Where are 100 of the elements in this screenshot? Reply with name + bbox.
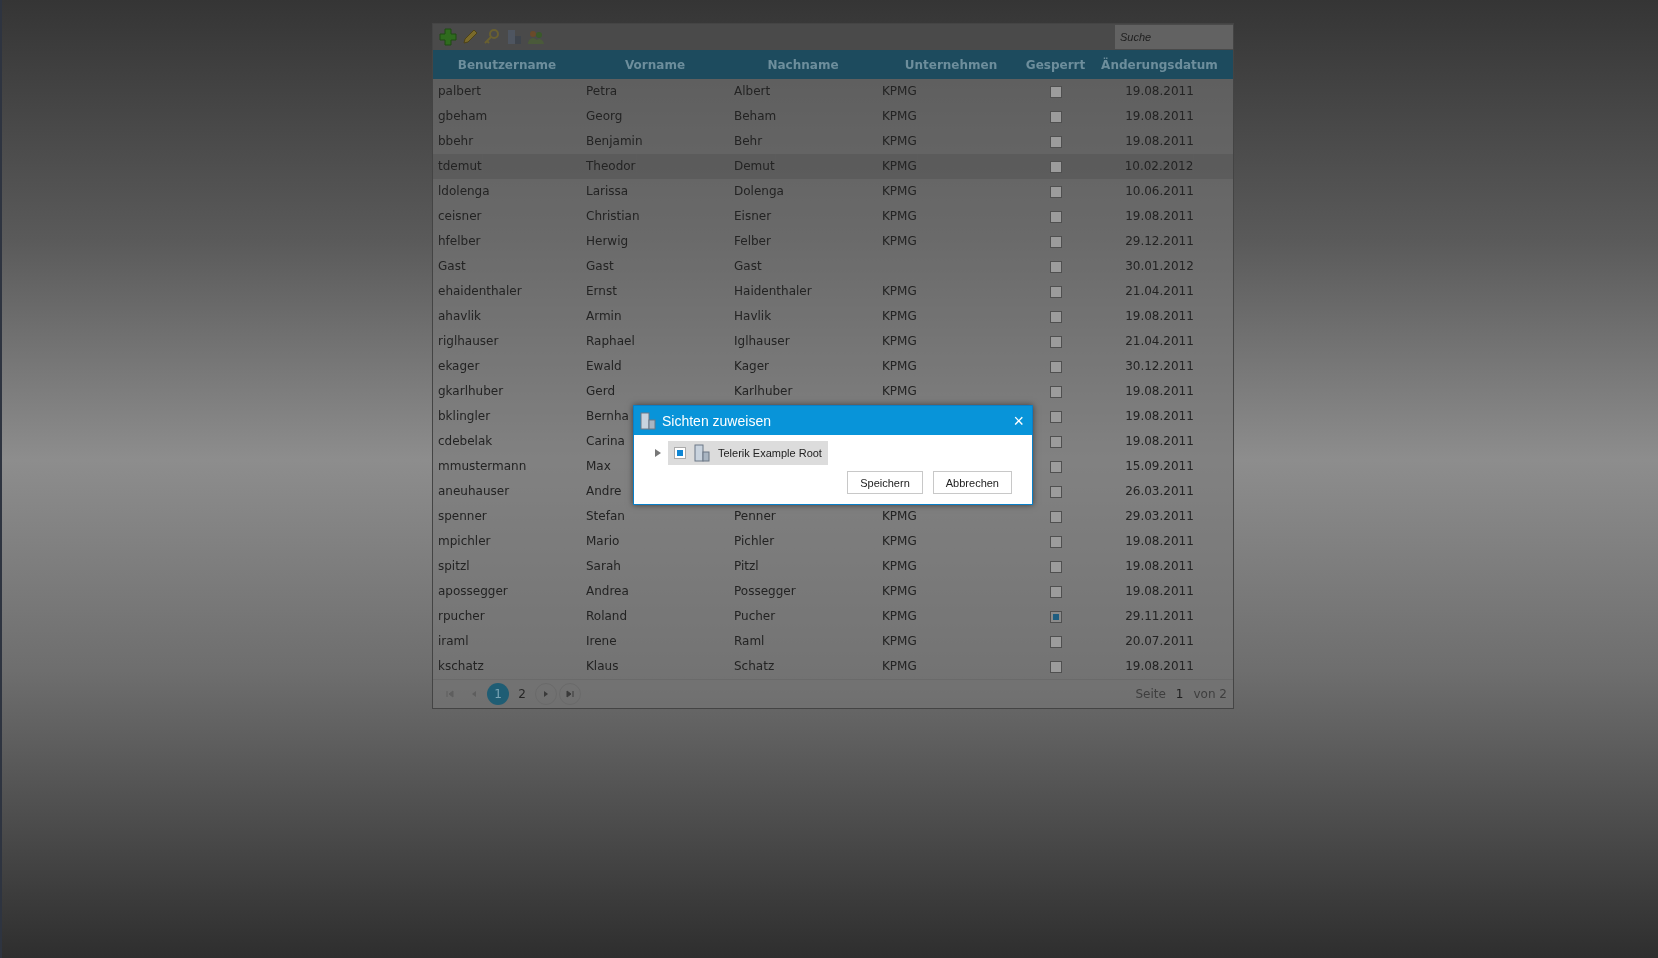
table-cell-text: 10.06.2011	[1125, 183, 1194, 200]
table-cell-text: Karlhuber	[734, 383, 793, 400]
table-cell-text: KPMG	[882, 333, 917, 350]
table-cell-text: KPMG	[882, 208, 917, 225]
table-cell-text: KPMG	[882, 533, 917, 550]
table-cell-text: Havlik	[734, 308, 772, 325]
table-cell-text: 29.03.2011	[1125, 508, 1194, 525]
table-cell-text: Haidenthaler	[734, 283, 812, 300]
table-cell-text: 30.01.2012	[1125, 258, 1194, 275]
table-cell-text: 21.04.2011	[1125, 283, 1194, 300]
table-cell-text: Georg	[586, 108, 623, 125]
table-cell-text: hfelber	[438, 233, 481, 250]
table-cell-text: ehaidenthaler	[438, 283, 522, 300]
table-cell-text: apossegger	[438, 583, 508, 600]
table-cell-text: Gast	[438, 258, 466, 275]
table-cell-text: Gast	[586, 258, 614, 275]
table-cell-text: 29.12.2011	[1125, 233, 1194, 250]
table-cell-text: ekager	[438, 358, 480, 375]
table-cell-text: ahavlik	[438, 308, 482, 325]
table-cell-text: palbert	[438, 83, 481, 100]
table-cell-text: KPMG	[882, 83, 917, 100]
table-cell-text: 19.08.2011	[1125, 133, 1194, 150]
table-cell-text: gbeham	[438, 108, 488, 125]
table-cell-text: Gast	[734, 258, 762, 275]
table-cell-text: Ernst	[586, 283, 617, 300]
table-cell-text: 19.08.2011	[1125, 108, 1194, 125]
table-cell-text: Klaus	[586, 658, 619, 675]
tree-item-label: Telerik Example Root	[718, 447, 822, 459]
table-cell-text: Armin	[586, 308, 622, 325]
table-cell-text: Eisner	[734, 208, 772, 225]
dialog-title: Sichten zuweisen	[662, 412, 772, 429]
table-cell-text: riglhauser	[438, 333, 499, 350]
table-cell-text: 26.03.2011	[1125, 483, 1194, 500]
table-cell-text: Andrea	[586, 583, 629, 600]
table-cell-text: Sarah	[586, 558, 621, 575]
table-cell-text: Irene	[586, 633, 617, 650]
table-cell-text: Roland	[586, 608, 628, 625]
table-cell-text: bbehr	[438, 133, 474, 150]
table-cell-text: KPMG	[882, 383, 917, 400]
table-cell-text: Behr	[734, 133, 763, 150]
table-cell-text: 29.11.2011	[1125, 608, 1194, 625]
table-cell-text: 19.08.2011	[1125, 583, 1194, 600]
table-cell-text: Iglhauser	[734, 333, 790, 350]
table-cell-text: gkarlhuber	[438, 383, 504, 400]
table-cell-text: kschatz	[438, 658, 484, 675]
table-cell-text: KPMG	[882, 583, 917, 600]
table-cell: tdemut	[438, 154, 483, 179]
table-cell-text: Gerd	[586, 383, 616, 400]
table-cell-text: 19.08.2011	[1125, 558, 1194, 575]
table-cell-text: 15.09.2011	[1125, 458, 1194, 475]
table-cell-text: iraml	[438, 633, 469, 650]
table-cell-text: KPMG	[882, 233, 917, 250]
table-cell-text: Dolenga	[734, 183, 784, 200]
table-cell-text: KPMG	[882, 283, 917, 300]
table-cell-text: ceisner	[438, 208, 482, 225]
table-cell-text: KPMG	[882, 658, 917, 675]
table-cell-text: rpucher	[438, 608, 485, 625]
table-cell-text: Max	[586, 458, 611, 475]
table-cell-text: Felber	[734, 233, 771, 250]
table-cell-text: Albert	[734, 83, 771, 100]
table-cell: Theodor	[586, 154, 637, 179]
table-cell-text: ldolenga	[438, 183, 490, 200]
table-cell-text: Bernha	[586, 408, 629, 425]
table-cell-text: KPMG	[882, 358, 917, 375]
table-cell-text: 19.08.2011	[1125, 383, 1194, 400]
current-page: 1	[1175, 687, 1184, 701]
table-cell-text: KPMG	[882, 558, 917, 575]
table-cell-text: 21.04.2011	[1125, 333, 1194, 350]
table-cell-text: spitzl	[438, 558, 470, 575]
table-cell-text: mmustermann	[438, 458, 527, 475]
table-cell-text: Penner	[734, 508, 776, 525]
table-cell-text: 19.08.2011	[1125, 208, 1194, 225]
table-cell-text: Raml	[734, 633, 765, 650]
table-cell-text: Kager	[734, 358, 769, 375]
table-cell-text: KPMG	[882, 633, 917, 650]
table-cell-text: Petra	[586, 83, 618, 100]
table-cell: KPMG	[882, 154, 918, 179]
table-cell-text: KPMG	[882, 608, 917, 625]
table-cell-text: Pucher	[734, 608, 776, 625]
table-cell-text: Possegger	[734, 583, 796, 600]
table-cell-text: 19.08.2011	[1125, 533, 1194, 550]
table-cell-text: 19.08.2011	[1125, 433, 1194, 450]
table-cell: 10.02.2012	[1124, 154, 1195, 179]
table-cell-text: Benjamin	[586, 133, 643, 150]
table-cell-text: Schatz	[734, 658, 775, 675]
table-cell-text: Stefan	[586, 508, 625, 525]
table-cell-text: cdebelak	[438, 433, 493, 450]
table-cell-text: Pitzl	[734, 558, 759, 575]
table-cell-text: Herwig	[586, 233, 629, 250]
table-cell-text: KPMG	[882, 508, 917, 525]
table-cell-text: Carina	[586, 433, 625, 450]
table-cell-text: 19.08.2011	[1125, 408, 1194, 425]
table-cell-text: 19.08.2011	[1125, 658, 1194, 675]
table-cell-text: Pichler	[734, 533, 775, 550]
table-cell-text: Ewald	[586, 358, 622, 375]
table-cell-text: 30.12.2011	[1125, 358, 1194, 375]
table-cell-text: 19.08.2011	[1125, 308, 1194, 325]
table-cell-text: KPMG	[882, 183, 917, 200]
table-cell-text: Larissa	[586, 183, 629, 200]
table-cell-text: aneuhauser	[438, 483, 510, 500]
